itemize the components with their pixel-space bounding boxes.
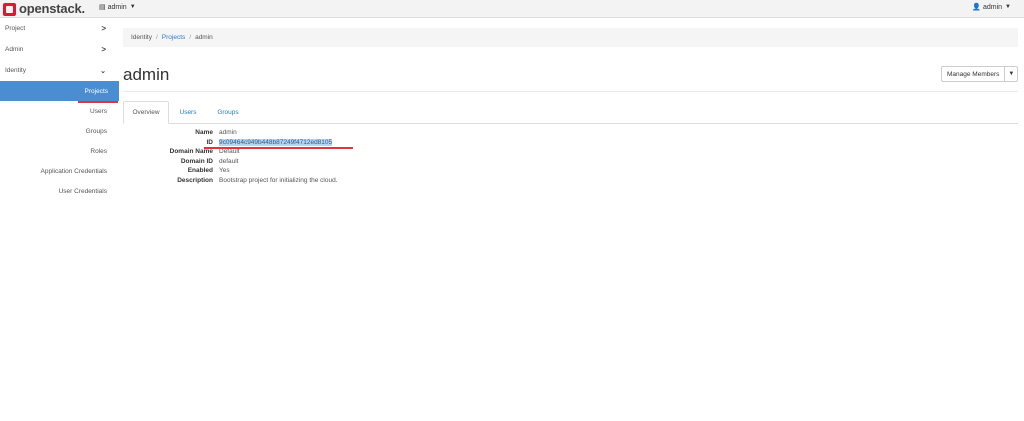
breadcrumb-link-projects[interactable]: Projects [162,34,185,41]
breadcrumb-item-identity: Identity [131,34,152,41]
detail-label: Domain ID [180,157,213,165]
user-icon: 👤 [972,4,981,11]
title-divider [123,91,1018,92]
project-icon: ▤ [99,4,106,11]
detail-row-id: ID 9c09464c949b448b87249f4712ed8105 [0,138,333,149]
detail-row-domain-id: Domain ID default [0,157,239,168]
user-menu[interactable]: 👤 admin ▼ [972,3,1011,12]
openstack-logo-icon [3,2,16,16]
sidebar-item-users[interactable]: Users [0,101,116,121]
tab-overview[interactable]: Overview [123,101,169,124]
chevron-right-icon: > [101,45,106,54]
tab-users[interactable]: Users [171,101,205,123]
manage-members-button-group: Manage Members ▼ [941,66,1019,82]
breadcrumb-separator: / [189,34,192,41]
sidebar-item-project[interactable]: Project > [0,18,116,39]
sidebar-item-projects[interactable]: Projects [0,81,119,101]
detail-row-name: Name admin [0,129,236,139]
sidebar-item-identity[interactable]: Identity ⌄ [0,60,116,81]
project-selector-label: admin [107,3,127,11]
sidebar-item-label: Project [5,25,26,32]
sidebar-item-label: User Credentials [58,187,107,195]
caret-down-icon: ▼ [1008,71,1015,77]
detail-value: default [219,157,239,165]
user-menu-label: admin [982,3,1003,11]
actions-dropdown-toggle[interactable]: ▼ [1005,66,1019,82]
chevron-right-icon: > [101,24,106,33]
detail-row-enabled: Enabled Yes [0,167,230,177]
manage-members-button[interactable]: Manage Members [941,66,1006,82]
detail-value: Yes [219,167,230,174]
detail-label: Enabled [187,167,213,174]
caret-down-icon: ▼ [129,4,136,10]
detail-tabs: Overview Users Groups [123,101,1018,124]
tab-groups[interactable]: Groups [209,101,247,123]
detail-value: Bootstrap project for initializing the c… [219,176,338,184]
detail-row-domain-name: Domain Name Default [0,148,240,158]
detail-value-selected[interactable]: 9c09464c949b448b87249f4712ed8105 [219,138,333,146]
breadcrumb-item-admin: admin [195,34,213,41]
sidebar-item-label: Admin [5,46,24,53]
detail-value: Default [219,148,240,155]
sidebar-item-label: Identity [5,67,26,74]
sidebar-item-label: Users [90,107,107,115]
breadcrumb: Identity / Projects / admin [123,28,1018,47]
detail-label: Description [177,176,213,184]
detail-label: Domain Name [169,148,213,155]
brand-text: openstack. [19,1,85,16]
openstack-logo[interactable]: openstack. [3,2,85,16]
chevron-down-icon: ⌄ [100,68,106,75]
breadcrumb-separator: / [155,34,158,41]
caret-down-icon: ▼ [1005,4,1011,10]
annotation-underline-id [204,147,353,149]
sidebar-item-label: Projects [84,87,108,95]
detail-value: admin [219,129,237,136]
top-navbar: openstack. ▤ admin ▼ 👤 admin ▼ [0,0,1024,18]
project-selector[interactable]: ▤ admin ▼ [99,3,136,12]
detail-label: ID [206,138,214,146]
sidebar-item-admin[interactable]: Admin > [0,39,116,60]
page-title: admin [123,65,170,84]
detail-label: Name [195,129,213,136]
annotation-underline-projects [78,101,118,103]
detail-row-description: Description Bootstrap project for initia… [0,176,337,187]
